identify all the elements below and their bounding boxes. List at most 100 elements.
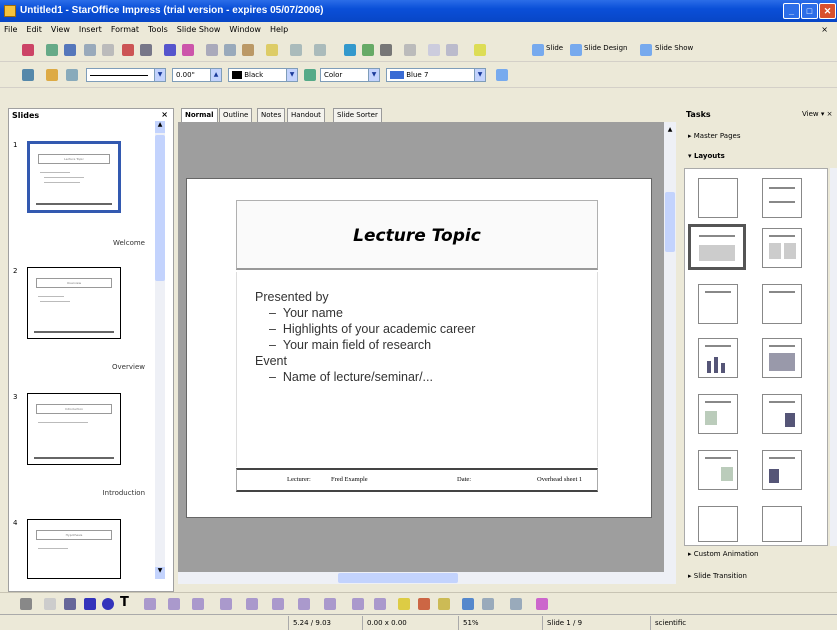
line-style-select[interactable]: ▼ xyxy=(86,68,166,82)
minimize-button[interactable]: _ xyxy=(783,3,800,19)
menu-view[interactable]: View xyxy=(51,22,70,38)
layout-title-clipart-text[interactable] xyxy=(698,394,738,434)
paste-icon[interactable] xyxy=(242,44,254,56)
tab-handout[interactable]: Handout xyxy=(287,108,325,122)
layout-centered-text[interactable] xyxy=(762,284,802,324)
layout-title-chart-text[interactable] xyxy=(762,450,802,490)
slide-show-icon[interactable] xyxy=(640,44,652,56)
styles-icon[interactable] xyxy=(22,69,34,81)
arrow-style-icon[interactable] xyxy=(66,69,78,81)
menu-edit[interactable]: Edit xyxy=(26,22,42,38)
line-icon[interactable] xyxy=(46,69,58,81)
grid-icon[interactable] xyxy=(404,44,416,56)
area-color-select[interactable]: Blue 7 ▼ xyxy=(386,68,486,82)
canvas-horizontal-scrollbar[interactable] xyxy=(178,572,664,584)
layouts-section[interactable]: ▾ Layouts xyxy=(688,152,725,160)
layout-title-text-object[interactable] xyxy=(762,506,802,542)
layout-title-object-text[interactable] xyxy=(698,506,738,542)
line-arrow-icon[interactable] xyxy=(64,598,76,610)
slide-thumbnail-3[interactable]: Introduction xyxy=(27,393,121,465)
line-tool-icon[interactable] xyxy=(44,598,56,610)
text-tool-icon[interactable]: T xyxy=(120,595,129,610)
tasks-view-menu[interactable]: View ▾ × xyxy=(802,110,832,118)
menu-format[interactable]: Format xyxy=(111,22,139,38)
tab-notes[interactable]: Notes xyxy=(257,108,286,122)
show-draw-functions-icon[interactable] xyxy=(380,44,392,56)
open-icon[interactable] xyxy=(46,44,58,56)
pdf-icon[interactable] xyxy=(122,44,134,56)
menu-insert[interactable]: Insert xyxy=(79,22,102,38)
zoom-icon[interactable] xyxy=(446,44,458,56)
layout-title-spreadsheet[interactable] xyxy=(762,338,802,378)
line-color-select[interactable]: Black ▼ xyxy=(228,68,298,82)
slide-show-button[interactable]: Slide Show xyxy=(655,44,693,52)
close-button[interactable]: ✕ xyxy=(819,3,836,19)
basic-shapes-icon[interactable] xyxy=(192,598,204,610)
rotate-icon[interactable] xyxy=(462,598,474,610)
layout-blank[interactable] xyxy=(698,178,738,218)
extrusion-icon[interactable] xyxy=(536,598,548,610)
layout-title-content[interactable] xyxy=(688,224,746,270)
slide-design-icon[interactable] xyxy=(570,44,582,56)
table-icon[interactable] xyxy=(362,44,374,56)
layout-title-only[interactable] xyxy=(762,178,802,218)
slide-thumbnail-1[interactable]: Lecture Topic xyxy=(27,141,121,213)
menu-help[interactable]: Help xyxy=(270,22,288,38)
menu-slide-show[interactable]: Slide Show xyxy=(177,22,221,38)
layout-title-two-content[interactable] xyxy=(762,228,802,268)
master-pages-section[interactable]: ▸ Master Pages xyxy=(688,132,740,140)
status-zoom[interactable]: 51% xyxy=(458,616,492,630)
spellcheck-icon[interactable] xyxy=(164,44,176,56)
email-icon[interactable] xyxy=(84,44,96,56)
menu-tools[interactable]: Tools xyxy=(148,22,168,38)
close-document-icon[interactable]: × xyxy=(821,22,828,38)
new-slide-icon[interactable] xyxy=(532,44,544,56)
slide-design-button[interactable]: Slide Design xyxy=(584,44,627,52)
redo-icon[interactable] xyxy=(314,44,326,56)
cut-icon[interactable] xyxy=(206,44,218,56)
edit-file-icon[interactable] xyxy=(102,44,114,56)
connector-icon[interactable] xyxy=(168,598,180,610)
custom-animation-section[interactable]: ▸ Custom Animation xyxy=(688,550,758,558)
tab-normal[interactable]: Normal xyxy=(181,108,218,123)
layout-title-chart[interactable] xyxy=(698,338,738,378)
tab-slide-sorter[interactable]: Slide Sorter xyxy=(333,108,382,122)
alignment-icon[interactable] xyxy=(482,598,494,610)
arrange-icon[interactable] xyxy=(510,598,522,610)
callouts-icon[interactable] xyxy=(298,598,310,610)
copy-icon[interactable] xyxy=(224,44,236,56)
slides-scrollbar[interactable]: ▲ ▼ xyxy=(155,121,165,579)
slide-thumbnail-4[interactable]: Hypothesis xyxy=(27,519,121,579)
maximize-button[interactable]: □ xyxy=(801,3,818,19)
layout-title-text[interactable] xyxy=(698,284,738,324)
layout-title-text-clipart[interactable] xyxy=(698,450,738,490)
canvas-vertical-scrollbar[interactable]: ▲ xyxy=(664,122,676,584)
help-icon[interactable] xyxy=(474,44,486,56)
tab-outline[interactable]: Outline xyxy=(219,108,253,122)
print-icon[interactable] xyxy=(140,44,152,56)
fontwork-icon[interactable] xyxy=(398,598,410,610)
slide-button[interactable]: Slide xyxy=(546,44,563,52)
stars-icon[interactable] xyxy=(324,598,336,610)
select-icon[interactable] xyxy=(20,598,32,610)
save-icon[interactable] xyxy=(64,44,76,56)
menu-window[interactable]: Window xyxy=(229,22,261,38)
slide-body-text[interactable]: Presented by – Your name – Highlights of… xyxy=(236,272,598,467)
undo-icon[interactable] xyxy=(290,44,302,56)
slide-transition-section[interactable]: ▸ Slide Transition xyxy=(688,572,747,580)
format-paintbrush-icon[interactable] xyxy=(266,44,278,56)
glue-points-icon[interactable] xyxy=(374,598,386,610)
layouts-scrollbar[interactable] xyxy=(830,168,837,546)
ellipse-icon[interactable] xyxy=(102,598,114,610)
menu-file[interactable]: File xyxy=(4,22,17,38)
chart-icon[interactable] xyxy=(344,44,356,56)
slide-thumbnail-2[interactable]: Overview xyxy=(27,267,121,339)
area-icon[interactable] xyxy=(304,69,316,81)
from-file-icon[interactable] xyxy=(418,598,430,610)
points-icon[interactable] xyxy=(352,598,364,610)
gallery-icon[interactable] xyxy=(438,598,450,610)
layout-title-text-chart[interactable] xyxy=(762,394,802,434)
block-arrows-icon[interactable] xyxy=(246,598,258,610)
symbol-shapes-icon[interactable] xyxy=(220,598,232,610)
shadow-icon[interactable] xyxy=(496,69,508,81)
